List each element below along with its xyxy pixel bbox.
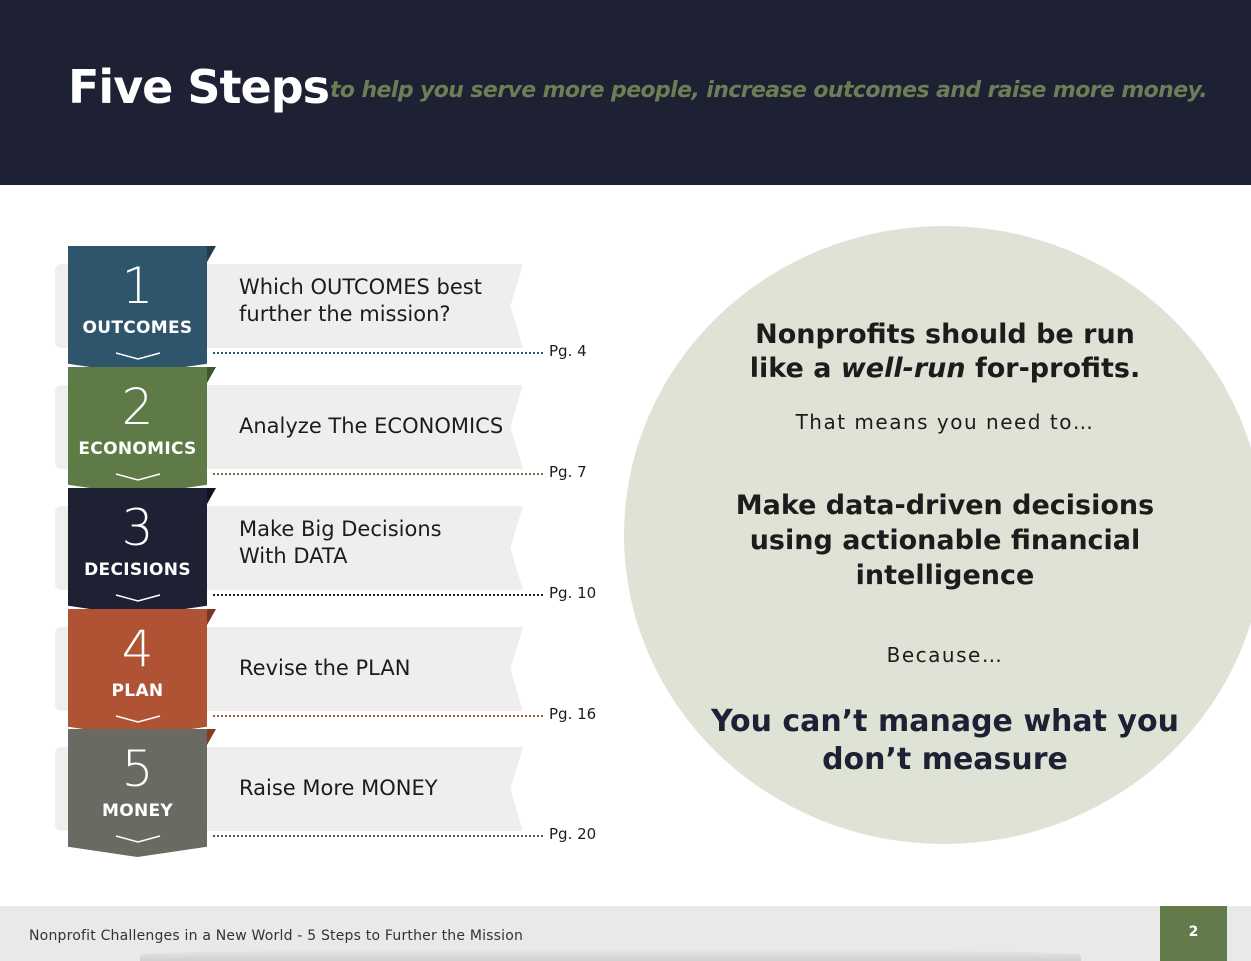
page-number: 2 [1160, 906, 1227, 961]
ribbon-fold [207, 609, 216, 625]
step-number: 3 [121, 499, 154, 557]
leader-dots [213, 352, 543, 354]
step-number: 5 [121, 740, 154, 798]
step-description: Revise the PLAN [239, 656, 411, 680]
step-number: 1 [121, 257, 154, 315]
chevron-down-icon [115, 594, 161, 602]
ribbon-fold [207, 729, 216, 745]
leader-dots [213, 835, 543, 837]
callout-transition-1: That means you need to… [795, 410, 1095, 434]
callout-headline-line1: Nonprofits should be run [755, 319, 1135, 350]
leader-dots [213, 473, 543, 475]
step-3: 3 DECISIONS Make Big Decisions With DATA… [55, 488, 615, 616]
header-banner: Five Steps to help you serve more people… [0, 0, 1251, 185]
step-page-reference: Pg. 7 [549, 463, 587, 481]
step-page-reference: Pg. 10 [549, 584, 597, 602]
footer-shadow [140, 949, 1081, 961]
step-number: 2 [121, 378, 154, 436]
step-label: MONEY [101, 801, 174, 821]
chevron-down-icon [115, 715, 161, 723]
step-number: 4 [121, 620, 154, 678]
chevron-down-icon [115, 835, 161, 843]
callout-conclusion: You can’t manage what you don’t measure [711, 704, 1179, 777]
step-description: Analyze The ECONOMICS [239, 414, 504, 438]
footer: Nonprofit Challenges in a New World - 5 … [0, 906, 1251, 961]
ribbon-fold [207, 367, 216, 383]
footer-text: Nonprofit Challenges in a New World - 5 … [29, 928, 524, 944]
callout-headline-part: like a [749, 353, 841, 384]
ribbon-fold [207, 488, 216, 504]
step-4: 4 PLAN Revise the PLAN Pg. 16 [55, 609, 615, 737]
step-page-reference: Pg. 4 [549, 342, 587, 360]
step-label: PLAN [111, 681, 164, 701]
callout-headline: Nonprofits should be run like a well-run… [700, 318, 1190, 386]
step-label: ECONOMICS [78, 439, 197, 459]
step-description: Make Big Decisions With DATA [239, 517, 442, 568]
step-label: DECISIONS [84, 560, 191, 580]
page-title: Five Steps [68, 60, 330, 114]
leader-dots [213, 715, 543, 717]
callout-emphasis: well-run [840, 353, 966, 384]
step-description: Raise More MONEY [239, 776, 438, 800]
chevron-down-icon [115, 352, 161, 360]
leader-dots [213, 594, 543, 596]
step-page-reference: Pg. 16 [549, 705, 597, 723]
chevron-down-icon [115, 473, 161, 481]
step-2: 2 ECONOMICS Analyze The ECONOMICS Pg. 7 [55, 367, 615, 495]
step-label: OUTCOMES [82, 318, 193, 338]
step-1: 1 OUTCOMES Which OUTCOMES best further t… [55, 246, 615, 374]
ribbon-fold [207, 246, 216, 262]
callout-transition-2: Because… [886, 643, 1004, 667]
step-page-reference: Pg. 20 [549, 825, 597, 843]
step-5: 5 MONEY Raise More MONEY Pg. 20 [55, 729, 615, 857]
page-subtitle: to help you serve more people, increase … [330, 78, 1208, 103]
callout-main-point: Make data-driven decisions using actiona… [735, 490, 1155, 591]
step-description: Which OUTCOMES best further the mission? [239, 275, 482, 326]
callout-headline-part: for-profits. [965, 353, 1141, 384]
